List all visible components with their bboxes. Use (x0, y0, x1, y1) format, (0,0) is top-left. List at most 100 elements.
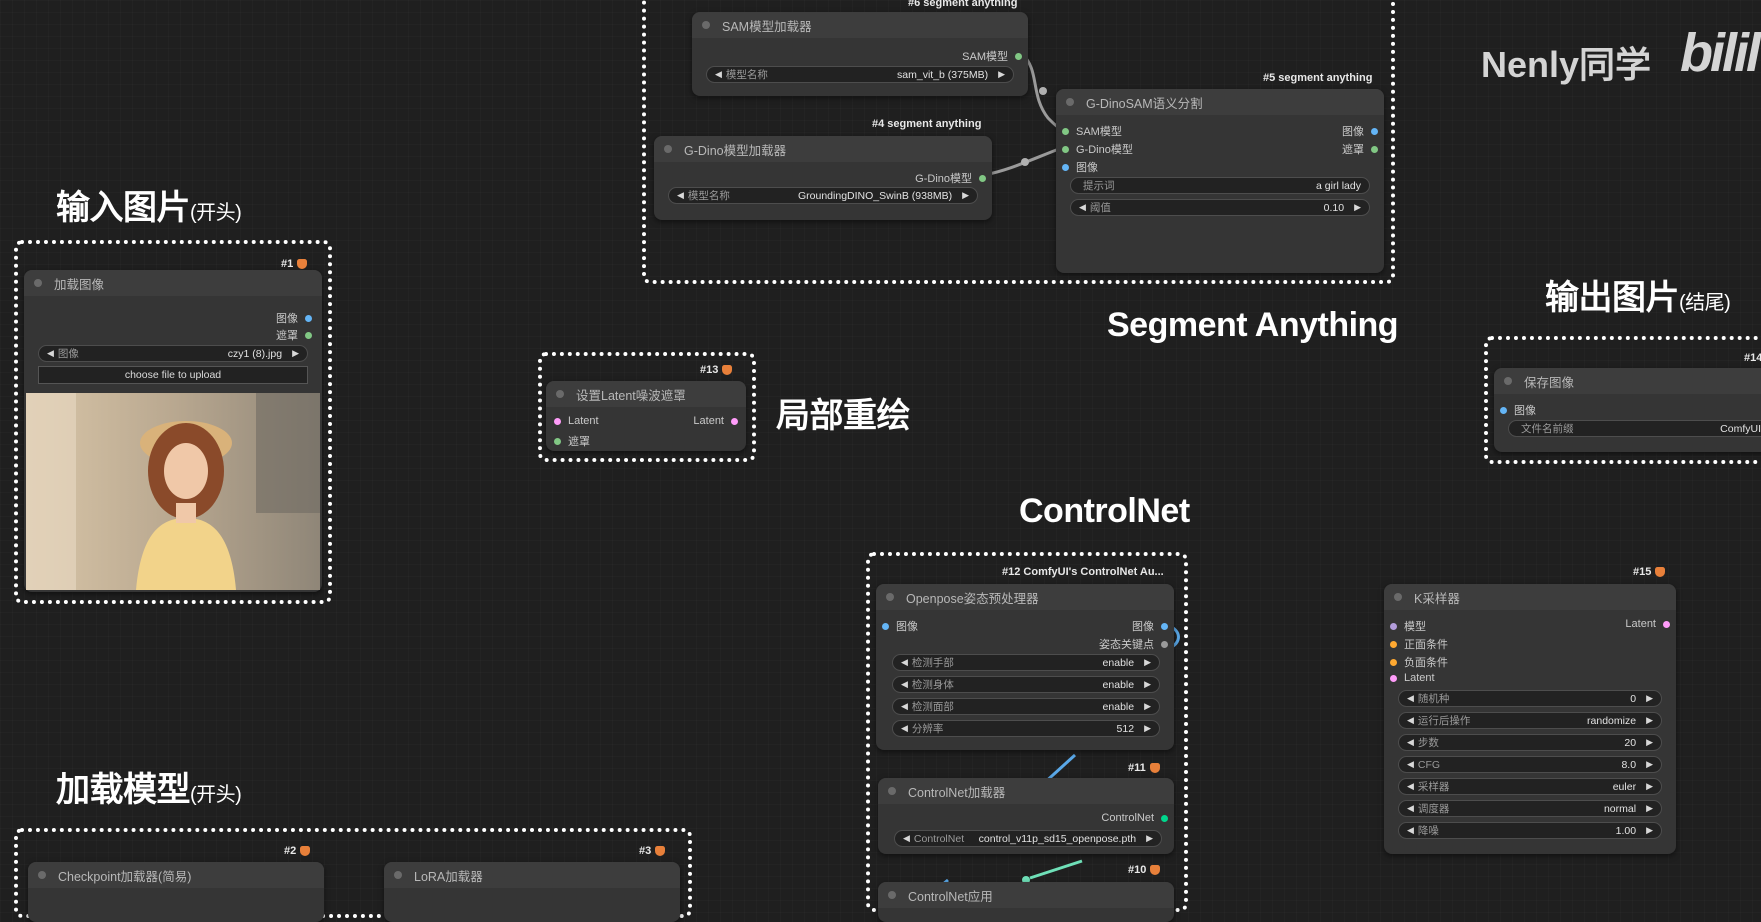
arrow-right-icon[interactable]: ▶ (1144, 723, 1151, 734)
arrow-right-icon[interactable]: ▶ (1146, 833, 1153, 844)
node-set-latent-mask[interactable]: 设置Latent噪波遮罩 Latent 遮罩 Latent (546, 381, 746, 451)
arrow-left-icon[interactable]: ◀ (901, 701, 908, 712)
node-controlnet-loader[interactable]: ControlNet加载器 ControlNet ◀ ControlNet cont… (878, 778, 1174, 854)
input-image[interactable]: 图像 (1062, 159, 1098, 175)
node-controlnet-apply[interactable]: ControlNet应用 (878, 882, 1174, 922)
steps-stepper[interactable]: ◀ 步数 20 ▶ (1398, 734, 1662, 751)
arrow-right-icon[interactable]: ▶ (1354, 202, 1361, 213)
input-image[interactable]: 图像 (1500, 402, 1536, 418)
arrow-left-icon[interactable]: ◀ (1407, 737, 1414, 748)
arrow-right-icon[interactable]: ▶ (998, 69, 1005, 80)
input-latent[interactable]: Latent (554, 415, 599, 427)
arrow-left-icon[interactable]: ◀ (1407, 715, 1414, 726)
collapse-dot-icon[interactable] (664, 145, 672, 153)
arrow-left-icon[interactable]: ◀ (715, 69, 722, 80)
collapse-dot-icon[interactable] (886, 593, 894, 601)
detect-hand-toggle[interactable]: ◀ 检测手部 enable ▶ (892, 654, 1160, 671)
node-header[interactable]: G-Dino模型加载器 (654, 136, 992, 162)
node-header[interactable]: ControlNet应用 (878, 882, 1174, 908)
output-sam-model[interactable]: SAM模型 (962, 48, 1022, 64)
resolution-stepper[interactable]: ◀ 分辨率 512 ▶ (892, 720, 1160, 737)
node-header[interactable]: G-DinoSAM语义分割 (1056, 89, 1384, 115)
output-mask[interactable]: 遮罩 (276, 327, 312, 343)
arrow-right-icon[interactable]: ▶ (1144, 701, 1151, 712)
output-image[interactable]: 图像 (276, 310, 312, 326)
upload-button[interactable]: choose file to upload (38, 366, 308, 384)
node-sam-loader[interactable]: SAM模型加载器 SAM模型 ◀ 模型名称 sam_vit_b (375MB) ▶ (692, 12, 1028, 96)
arrow-right-icon[interactable]: ▶ (1144, 679, 1151, 690)
arrow-left-icon[interactable]: ◀ (1407, 693, 1414, 704)
node-checkpoint-loader[interactable]: Checkpoint加载器(简易) (28, 862, 324, 922)
arrow-left-icon[interactable]: ◀ (1407, 781, 1414, 792)
collapse-dot-icon[interactable] (888, 891, 896, 899)
output-gdino-model[interactable]: G-Dino模型 (915, 170, 986, 186)
arrow-left-icon[interactable]: ◀ (903, 833, 910, 844)
detect-body-toggle[interactable]: ◀ 检测身体 enable ▶ (892, 676, 1160, 693)
node-ksampler[interactable]: K采样器 模型 正面条件 负面条件 Latent Latent ◀ 随机种 0 ▶ ◀… (1384, 584, 1676, 854)
control-after-generate-select[interactable]: ◀ 运行后操作 randomize ▶ (1398, 712, 1662, 729)
gdino-model-select[interactable]: ◀ 模型名称 GroundingDINO_SwinB (938MB) ▶ (668, 187, 978, 204)
node-header[interactable]: 保存图像 (1494, 368, 1761, 394)
node-openpose[interactable]: Openpose姿态预处理器 图像 图像 姿态关键点 ◀ 检测手部 enable ▶ … (876, 584, 1174, 750)
arrow-right-icon[interactable]: ▶ (1646, 737, 1653, 748)
collapse-dot-icon[interactable] (702, 21, 710, 29)
node-header[interactable]: Checkpoint加载器(简易) (28, 862, 324, 888)
input-positive[interactable]: 正面条件 (1390, 636, 1448, 652)
threshold-stepper[interactable]: ◀ 阈值 0.10 ▶ (1070, 199, 1370, 216)
collapse-dot-icon[interactable] (888, 787, 896, 795)
arrow-left-icon[interactable]: ◀ (901, 723, 908, 734)
arrow-right-icon[interactable]: ▶ (1646, 693, 1653, 704)
arrow-right-icon[interactable]: ▶ (962, 190, 969, 201)
controlnet-model-select[interactable]: ◀ ControlNet control_v11p_sd15_openpose.pt… (894, 830, 1162, 847)
arrow-right-icon[interactable]: ▶ (1646, 781, 1653, 792)
input-image[interactable]: 图像 (882, 618, 918, 634)
node-header[interactable]: ControlNet加载器 (878, 778, 1174, 804)
output-latent[interactable]: Latent (1625, 618, 1670, 630)
node-header[interactable]: Openpose姿态预处理器 (876, 584, 1174, 610)
arrow-right-icon[interactable]: ▶ (1646, 715, 1653, 726)
image-select-widget[interactable]: ◀ 图像 czy1 (8).jpg ▶ (38, 345, 308, 362)
output-image[interactable]: 图像 (1342, 123, 1378, 139)
input-negative[interactable]: 负面条件 (1390, 654, 1448, 670)
filename-prefix-field[interactable]: 文件名前缀 ComfyUI (1508, 420, 1761, 437)
sam-model-select[interactable]: ◀ 模型名称 sam_vit_b (375MB) ▶ (706, 66, 1014, 83)
cfg-stepper[interactable]: ◀ CFG 8.0 ▶ (1398, 756, 1662, 773)
arrow-left-icon[interactable]: ◀ (1407, 759, 1414, 770)
arrow-right-icon[interactable]: ▶ (1144, 657, 1151, 668)
arrow-right-icon[interactable]: ▶ (292, 348, 299, 359)
collapse-dot-icon[interactable] (394, 871, 402, 879)
output-mask[interactable]: 遮罩 (1342, 141, 1378, 157)
arrow-right-icon[interactable]: ▶ (1646, 825, 1653, 836)
output-pose-keypoints[interactable]: 姿态关键点 (1099, 636, 1168, 652)
arrow-right-icon[interactable]: ▶ (1646, 759, 1653, 770)
input-model[interactable]: 模型 (1390, 618, 1426, 634)
denoise-stepper[interactable]: ◀ 降噪 1.00 ▶ (1398, 822, 1662, 839)
node-header[interactable]: 加载图像 (24, 270, 322, 296)
node-gdino-sam[interactable]: G-DinoSAM语义分割 SAM模型 G-Dino模型 图像 图像 遮罩 提示… (1056, 89, 1384, 273)
arrow-right-icon[interactable]: ▶ (1646, 803, 1653, 814)
input-gdino-model[interactable]: G-Dino模型 (1062, 141, 1133, 157)
node-gdino-loader[interactable]: G-Dino模型加载器 G-Dino模型 ◀ 模型名称 GroundingDINO_… (654, 136, 992, 220)
collapse-dot-icon[interactable] (1504, 377, 1512, 385)
prompt-text-field[interactable]: 提示词 a girl lady (1070, 177, 1370, 194)
arrow-left-icon[interactable]: ◀ (901, 679, 908, 690)
node-header[interactable]: K采样器 (1384, 584, 1676, 610)
node-header[interactable]: LoRA加载器 (384, 862, 680, 888)
seed-stepper[interactable]: ◀ 随机种 0 ▶ (1398, 690, 1662, 707)
arrow-left-icon[interactable]: ◀ (1407, 825, 1414, 836)
node-save-image[interactable]: 保存图像 图像 文件名前缀 ComfyUI (1494, 368, 1761, 452)
scheduler-select[interactable]: ◀ 调度器 normal ▶ (1398, 800, 1662, 817)
collapse-dot-icon[interactable] (34, 279, 42, 287)
input-mask[interactable]: 遮罩 (554, 433, 590, 449)
input-latent[interactable]: Latent (1390, 672, 1435, 684)
arrow-left-icon[interactable]: ◀ (1079, 202, 1086, 213)
arrow-left-icon[interactable]: ◀ (47, 348, 54, 359)
node-lora-loader[interactable]: LoRA加载器 (384, 862, 680, 922)
collapse-dot-icon[interactable] (1066, 98, 1074, 106)
collapse-dot-icon[interactable] (1394, 593, 1402, 601)
arrow-left-icon[interactable]: ◀ (677, 190, 684, 201)
collapse-dot-icon[interactable] (38, 871, 46, 879)
node-load-image[interactable]: 加载图像 图像 遮罩 ◀ 图像 czy1 (8).jpg ▶ choose file … (24, 270, 322, 592)
node-header[interactable]: SAM模型加载器 (692, 12, 1028, 38)
detect-face-toggle[interactable]: ◀ 检测面部 enable ▶ (892, 698, 1160, 715)
